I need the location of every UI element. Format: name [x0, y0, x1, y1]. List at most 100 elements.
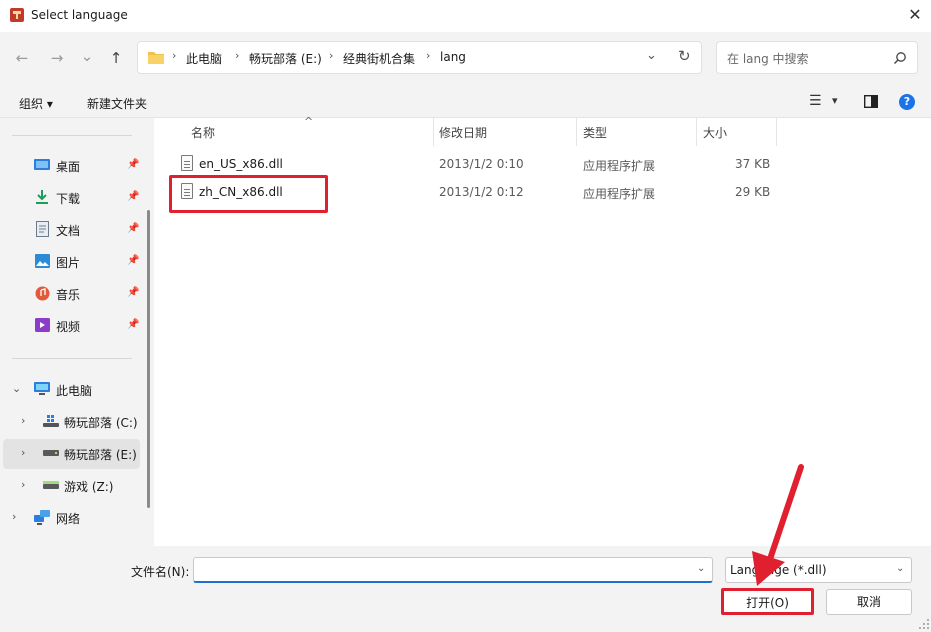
sidebar-item-label: 畅玩部落 (E:) [64, 448, 137, 462]
chevron-right-icon[interactable]: › [12, 510, 16, 523]
picture-icon [35, 254, 50, 268]
chevron-down-icon[interactable]: ⌄ [896, 563, 904, 574]
video-icon [35, 318, 50, 332]
sort-ascending-icon: ^ [304, 115, 314, 128]
open-button-label: 打开(O) [746, 596, 789, 610]
back-button[interactable]: ← [10, 46, 34, 70]
sidebar-item-drive-c[interactable]: › 畅玩部落 (C:) [3, 407, 140, 437]
forward-button[interactable]: → [45, 46, 69, 70]
app-icon [10, 8, 24, 22]
sidebar-item-music[interactable]: 音乐 📌 [3, 279, 140, 309]
windows-drive-icon [43, 415, 59, 427]
drive-icon [43, 450, 59, 456]
breadcrumb-folder[interactable]: 经典街机合集 [343, 50, 415, 67]
breadcrumb-separator: › [426, 49, 431, 62]
sidebar-item-desktop[interactable]: 桌面 📌 [3, 151, 140, 181]
preview-pane-icon[interactable] [864, 95, 878, 108]
file-modified: 2013/1/2 0:12 [439, 185, 524, 199]
sidebar-scrollbar[interactable] [147, 210, 150, 508]
column-divider[interactable] [433, 118, 434, 146]
sidebar-item-label: 桌面 [56, 160, 81, 174]
computer-icon [34, 382, 50, 395]
breadcrumb-drive-e[interactable]: 畅玩部落 (E:) [249, 50, 322, 67]
sidebar-item-label: 游戏 (Z:) [64, 480, 114, 494]
sidebar-item-label: 图片 [56, 256, 81, 270]
network-icon [34, 510, 50, 525]
sidebar-item-network[interactable]: › 网络 [3, 503, 140, 533]
column-divider[interactable] [576, 118, 577, 146]
breadcrumb-separator: › [235, 49, 240, 62]
chevron-right-icon[interactable]: › [21, 478, 25, 491]
drive-icon [43, 481, 59, 489]
navigation-pane: 桌面 📌 下载 📌 文档 📌 图片 📌 音乐 📌 视频 📌 ⌄ 此电脑 › 畅玩… [0, 118, 154, 546]
file-size: 37 KB [735, 157, 771, 171]
title-bar: Select language ✕ [0, 0, 931, 32]
chevron-down-icon[interactable]: ⌄ [697, 563, 705, 574]
sidebar-item-this-pc[interactable]: ⌄ 此电脑 [3, 375, 140, 405]
sidebar-item-pictures[interactable]: 图片 📌 [3, 247, 140, 277]
dll-file-icon [181, 155, 193, 171]
column-type[interactable]: 类型 [583, 124, 607, 141]
sidebar-item-downloads[interactable]: 下载 📌 [3, 183, 140, 213]
sidebar-item-label: 音乐 [56, 288, 81, 302]
file-type-value: Language (*.dll) [730, 563, 827, 577]
sidebar-item-label: 此电脑 [56, 384, 93, 398]
sidebar-divider [12, 358, 132, 359]
filename-field[interactable]: ⌄ [193, 557, 713, 583]
address-bar[interactable]: › 此电脑 › 畅玩部落 (E:) › 经典街机合集 › lang ⌄ ↻ [137, 41, 702, 74]
window-title: Select language [31, 8, 128, 22]
chevron-down-icon[interactable]: ⌄ [12, 382, 21, 395]
chevron-right-icon[interactable]: › [21, 446, 25, 459]
file-modified: 2013/1/2 0:10 [439, 157, 524, 171]
recent-locations-button[interactable]: ⌄ [75, 44, 99, 68]
breadcrumb-separator: › [172, 49, 177, 62]
up-button[interactable]: ↑ [104, 46, 128, 70]
open-button[interactable]: 打开(O) [721, 588, 814, 615]
address-dropdown-icon[interactable]: ⌄ [646, 48, 657, 63]
sidebar-divider [12, 135, 132, 136]
file-type: 应用程序扩展 [583, 159, 656, 173]
sidebar-item-videos[interactable]: 视频 📌 [3, 311, 140, 341]
sidebar-item-label: 下载 [56, 192, 81, 206]
document-icon [36, 221, 49, 237]
refresh-icon[interactable]: ↻ [678, 47, 691, 65]
resize-grip-icon[interactable] [918, 618, 930, 630]
desktop-icon [34, 159, 50, 170]
pin-icon: 📌 [127, 287, 140, 298]
breadcrumb-separator: › [329, 49, 334, 62]
new-folder-button[interactable]: 新建文件夹 [87, 95, 147, 112]
breadcrumb-this-pc[interactable]: 此电脑 [186, 50, 222, 67]
breadcrumb-lang[interactable]: lang [440, 50, 466, 64]
sidebar-item-label: 视频 [56, 320, 81, 334]
column-divider[interactable] [696, 118, 697, 146]
filename-label: 文件名(N): [131, 565, 190, 579]
highlight-box [169, 175, 328, 213]
organize-button[interactable]: 组织 ▾ [19, 95, 53, 112]
sidebar-item-drive-z[interactable]: › 游戏 (Z:) [3, 471, 140, 501]
column-name[interactable]: 名称 [191, 124, 215, 141]
chevron-right-icon[interactable]: › [21, 414, 25, 427]
sidebar-item-label: 畅玩部落 (C:) [64, 416, 138, 430]
column-divider[interactable] [776, 118, 777, 146]
pin-icon: 📌 [127, 255, 140, 266]
sidebar-item-drive-e[interactable]: › 畅玩部落 (E:) [3, 439, 140, 469]
column-size[interactable]: 大小 [703, 124, 727, 141]
sidebar-item-label: 文档 [56, 224, 81, 238]
download-icon [36, 190, 48, 204]
file-size: 29 KB [735, 185, 771, 199]
search-icon[interactable] [893, 51, 907, 65]
help-icon[interactable]: ? [899, 94, 915, 110]
close-button[interactable]: ✕ [900, 2, 930, 28]
pin-icon: 📌 [127, 319, 140, 330]
pin-icon: 📌 [127, 223, 140, 234]
search-input[interactable]: 在 lang 中搜索 [727, 50, 809, 67]
view-options-icon[interactable]: ☰ [809, 93, 822, 109]
file-type-select[interactable]: Language (*.dll) ⌄ [725, 557, 912, 583]
table-row[interactable]: en_US_x86.dll 2013/1/2 0:10 应用程序扩展 37 KB [174, 151, 779, 177]
search-box[interactable]: 在 lang 中搜索 [716, 41, 918, 74]
column-modified[interactable]: 修改日期 [439, 124, 487, 141]
sidebar-item-documents[interactable]: 文档 📌 [3, 215, 140, 245]
view-dropdown-icon[interactable]: ▾ [832, 94, 838, 107]
file-name: en_US_x86.dll [199, 157, 283, 171]
cancel-button[interactable]: 取消 [826, 589, 912, 615]
